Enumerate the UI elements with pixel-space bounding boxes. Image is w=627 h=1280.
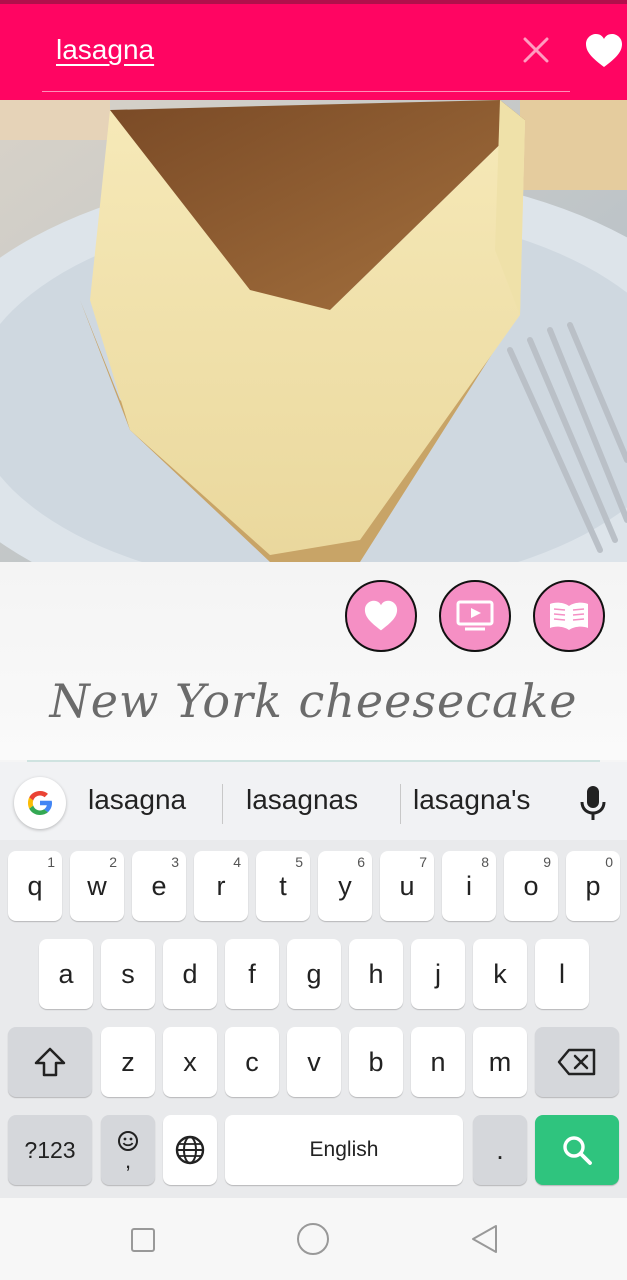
favorite-button[interactable] [345, 580, 417, 652]
emoji-key[interactable]: , [101, 1115, 155, 1185]
key-f[interactable]: f [225, 939, 279, 1009]
recipe-detail: New York cheesecake [0, 562, 627, 762]
backspace-key[interactable] [535, 1027, 619, 1097]
key-hint: 0 [605, 854, 613, 870]
recipe-image [0, 100, 627, 562]
backspace-icon [557, 1048, 596, 1076]
key-d[interactable]: d [163, 939, 217, 1009]
key-l[interactable]: l [535, 939, 589, 1009]
search-input[interactable]: lasagna [56, 34, 154, 66]
search-header: lasagna [0, 0, 627, 100]
key-m[interactable]: m [473, 1027, 527, 1097]
key-i[interactable]: i8 [442, 851, 496, 921]
key-label: t [279, 870, 287, 901]
key-a[interactable]: a [39, 939, 93, 1009]
key-hint: 8 [481, 854, 489, 870]
suggestion-2[interactable]: lasagnas [246, 784, 358, 816]
key-hint: 5 [295, 854, 303, 870]
video-button[interactable] [439, 580, 511, 652]
recents-icon[interactable] [130, 1227, 156, 1253]
key-label: e [151, 870, 167, 901]
language-key[interactable] [163, 1115, 217, 1185]
key-hint: 2 [109, 854, 117, 870]
suggestion-1[interactable]: lasagna [88, 784, 186, 816]
key-g[interactable]: g [287, 939, 341, 1009]
close-icon [523, 37, 549, 63]
mic-icon[interactable] [578, 784, 608, 822]
key-c[interactable]: c [225, 1027, 279, 1097]
symbols-key[interactable]: ?123 [8, 1115, 92, 1185]
key-label: w [87, 870, 107, 901]
key-label: r [216, 870, 226, 901]
suggestion-divider [400, 784, 401, 824]
comma-label: , [124, 1148, 132, 1173]
video-icon [456, 600, 494, 631]
google-icon [28, 791, 52, 815]
favorites-button[interactable] [584, 32, 626, 72]
key-p[interactable]: p0 [566, 851, 620, 921]
key-y[interactable]: y6 [318, 851, 372, 921]
key-label: o [523, 870, 539, 901]
key-k[interactable]: k [473, 939, 527, 1009]
shift-key[interactable] [8, 1027, 92, 1097]
key-label: p [585, 870, 601, 901]
key-v[interactable]: v [287, 1027, 341, 1097]
key-t[interactable]: t5 [256, 851, 310, 921]
key-hint: 1 [47, 854, 55, 870]
heart-icon [586, 34, 622, 67]
key-e[interactable]: e3 [132, 851, 186, 921]
recipe-title: New York cheesecake [49, 674, 578, 728]
search-underline [42, 91, 570, 92]
keyboard: lasagna lasagnas lasagna's q1 w2 e3 r4 t… [0, 762, 627, 1198]
recipe-book-button[interactable] [533, 580, 605, 652]
key-s[interactable]: s [101, 939, 155, 1009]
key-h[interactable]: h [349, 939, 403, 1009]
suggestion-3[interactable]: lasagna's [413, 784, 530, 816]
suggestion-bar: lasagna lasagnas lasagna's [0, 762, 627, 840]
key-label: u [399, 870, 415, 901]
key-z[interactable]: z [101, 1027, 155, 1097]
key-r[interactable]: r4 [194, 851, 248, 921]
key-hint: 3 [171, 854, 179, 870]
key-n[interactable]: n [411, 1027, 465, 1097]
key-o[interactable]: o9 [504, 851, 558, 921]
key-label: i [466, 870, 472, 901]
key-w[interactable]: w2 [70, 851, 124, 921]
key-label: y [338, 870, 352, 901]
key-hint: 4 [233, 854, 241, 870]
status-bar [0, 0, 627, 4]
key-hint: 7 [419, 854, 427, 870]
space-key[interactable]: English [225, 1115, 463, 1185]
shift-icon [34, 1047, 66, 1077]
search-icon [563, 1136, 592, 1165]
system-nav-bar [0, 1198, 627, 1280]
key-b[interactable]: b [349, 1027, 403, 1097]
key-hint: 6 [357, 854, 365, 870]
home-icon[interactable] [296, 1222, 330, 1256]
period-key[interactable]: . [473, 1115, 527, 1185]
back-icon[interactable] [469, 1223, 499, 1255]
key-j[interactable]: j [411, 939, 465, 1009]
key-x[interactable]: x [163, 1027, 217, 1097]
google-button[interactable] [14, 777, 66, 829]
suggestion-divider [222, 784, 223, 824]
heart-icon [364, 600, 398, 631]
search-key[interactable] [535, 1115, 619, 1185]
key-u[interactable]: u7 [380, 851, 434, 921]
key-hint: 9 [543, 854, 551, 870]
book-icon [550, 602, 588, 630]
key-label: q [27, 870, 43, 901]
clear-search-button[interactable] [516, 30, 556, 70]
globe-icon [175, 1135, 205, 1165]
key-q[interactable]: q1 [8, 851, 62, 921]
